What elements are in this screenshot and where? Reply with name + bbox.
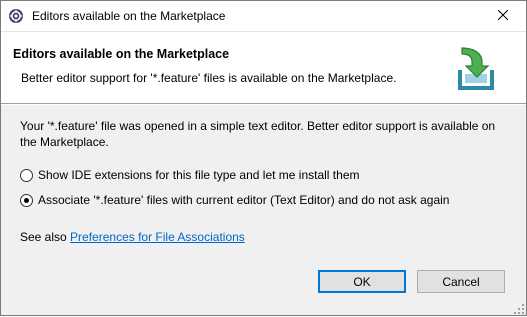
radio-associate-editor[interactable] <box>20 193 33 207</box>
dialog-header: Editors available on the Marketplace Bet… <box>1 31 526 104</box>
option-label: Show IDE extensions for this file type a… <box>38 168 360 182</box>
option-associate-editor[interactable]: Associate '*.feature' files with current… <box>20 193 449 207</box>
header-message: Better editor support for '*.feature' fi… <box>21 71 397 85</box>
header-separator-highlight <box>1 104 526 105</box>
file-associations-link[interactable]: Preferences for File Associations <box>70 230 245 244</box>
dialog-window: Editors available on the Marketplace Edi… <box>0 0 527 316</box>
title-bar: Editors available on the Marketplace <box>1 1 526 31</box>
eclipse-gear-icon <box>8 8 24 24</box>
header-title: Editors available on the Marketplace <box>13 47 230 61</box>
close-icon <box>497 9 509 23</box>
marketplace-install-icon <box>452 44 498 92</box>
see-also-prefix: See also <box>20 230 67 244</box>
cancel-button[interactable]: Cancel <box>417 270 505 293</box>
option-show-extensions[interactable]: Show IDE extensions for this file type a… <box>20 168 360 182</box>
ok-button[interactable]: OK <box>318 270 406 293</box>
close-button[interactable] <box>480 1 526 31</box>
radio-show-extensions[interactable] <box>20 168 33 182</box>
resize-grip-icon[interactable] <box>514 303 524 314</box>
see-also-line: See also Preferences for File Associatio… <box>20 230 245 244</box>
description-text: Your '*.feature' file was opened in a si… <box>20 119 496 149</box>
window-title: Editors available on the Marketplace <box>32 9 226 23</box>
option-label: Associate '*.feature' files with current… <box>38 193 450 207</box>
